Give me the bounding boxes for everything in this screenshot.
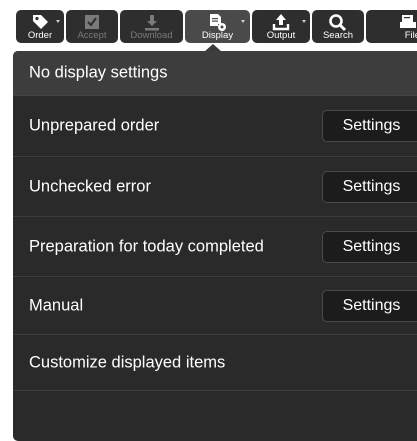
unchecked-error-settings-button[interactable]: Settings <box>322 170 417 203</box>
search-button-label: Search <box>322 30 354 41</box>
output-button[interactable]: Output <box>252 10 310 43</box>
menu-item-unprepared-order[interactable]: Unprepared order Settings <box>13 96 417 157</box>
preparation-completed-settings-button[interactable]: Settings <box>322 230 417 263</box>
order-button[interactable]: Order <box>16 10 64 43</box>
menu-item-unchecked-error[interactable]: Unchecked error Settings <box>13 157 417 217</box>
order-button-label: Order <box>27 30 53 41</box>
dropdown-arrow-icon <box>302 20 306 23</box>
menu-item-label: No display settings <box>29 63 168 82</box>
menu-item-label: Unprepared order <box>29 116 160 135</box>
toolbar: Order Accept Download Display Output Sea… <box>0 0 417 52</box>
menu-item-no-display-settings[interactable]: No display settings <box>13 51 417 96</box>
accept-button-label: Accept <box>77 30 107 41</box>
download-button-label: Download <box>130 30 173 41</box>
unprepared-order-settings-button[interactable]: Settings <box>322 110 417 142</box>
search-button[interactable]: Search <box>312 10 364 43</box>
menu-item-label: Manual <box>29 296 84 314</box>
display-button[interactable]: Display <box>185 10 250 43</box>
file-button-label: File <box>404 30 417 41</box>
display-menu: No display settings Unprepared order Set… <box>13 51 417 441</box>
menu-item-manual[interactable]: Manual Settings <box>13 277 417 335</box>
dropdown-arrow-icon <box>241 20 245 23</box>
menu-item-label: Preparation for today completed <box>29 237 264 255</box>
menu-item-label: Unchecked error <box>29 177 151 195</box>
manual-settings-button[interactable]: Settings <box>322 289 417 322</box>
menu-item-label: Customize displayed items <box>29 353 226 371</box>
menu-item-preparation-completed[interactable]: Preparation for today completed Settings <box>13 217 417 277</box>
file-button[interactable]: File <box>366 10 417 43</box>
download-button[interactable]: Download <box>120 10 183 43</box>
output-button-label: Output <box>266 30 296 41</box>
display-button-label: Display <box>201 30 234 41</box>
dropdown-arrow-icon <box>56 20 60 23</box>
accept-button[interactable]: Accept <box>66 10 118 43</box>
menu-item-customize-displayed-items[interactable]: Customize displayed items <box>13 335 417 391</box>
